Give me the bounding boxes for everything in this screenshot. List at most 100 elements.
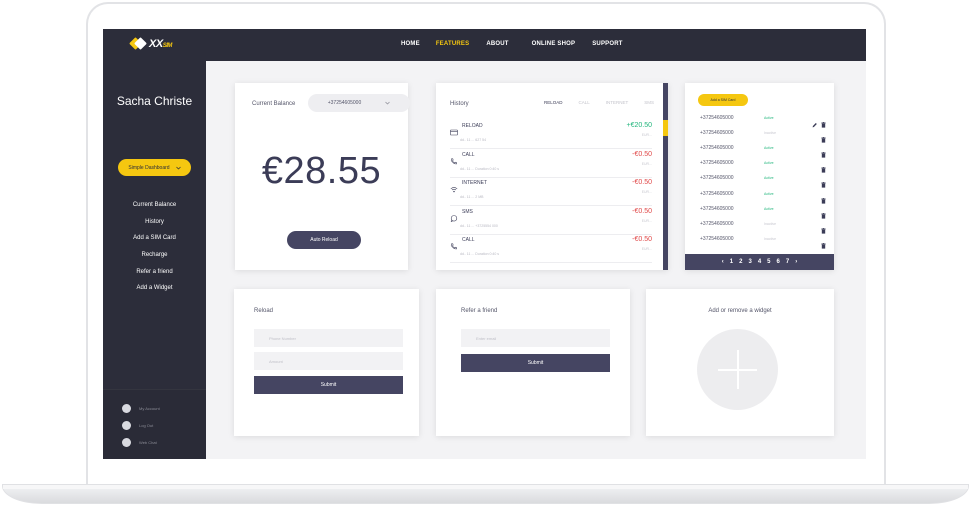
- nav-online-shop[interactable]: ONLINE SHOP: [532, 41, 576, 47]
- phone-select[interactable]: +37254605000: [308, 94, 410, 112]
- history-row-amount: -€0.50: [632, 207, 652, 215]
- sidebar: Sacha Christe Simple Dashboard Current B…: [103, 61, 206, 459]
- history-row[interactable]: CALL dd.. 11 ... Duration 0:40 s -€0.50 EUR…: [450, 150, 652, 178]
- trash-icon[interactable]: [821, 160, 826, 173]
- pager-page[interactable]: 1: [730, 259, 733, 265]
- sim-number-row[interactable]: +37254605000 Active: [700, 204, 826, 219]
- tab-internet[interactable]: INTERNET: [606, 100, 629, 105]
- brand-logo[interactable]: XXSIM: [129, 37, 172, 51]
- phone-icon: [450, 152, 458, 164]
- nav-features[interactable]: FEATURES: [436, 41, 470, 47]
- trash-icon[interactable]: [821, 206, 826, 219]
- sim-number: +37254605000: [700, 190, 734, 197]
- tab-reload[interactable]: RELOAD: [544, 100, 563, 105]
- pager-page[interactable]: 4: [758, 259, 761, 265]
- history-row-currency: EUR...: [641, 247, 652, 251]
- auto-reload-button[interactable]: Auto Reload: [287, 231, 361, 249]
- pager-page[interactable]: 3: [748, 259, 751, 265]
- pager-page[interactable]: 6: [777, 259, 780, 265]
- history-row-type: RELOAD: [462, 123, 483, 129]
- sim-number: +37254605000: [700, 145, 734, 152]
- history-row-detail: dd.. 11 ... +3725554 000: [460, 223, 498, 228]
- logo-text: XXSIM: [149, 38, 172, 50]
- trash-icon[interactable]: [821, 221, 826, 234]
- email-field[interactable]: Enter email: [461, 329, 610, 347]
- sim-number: +37254605000: [700, 205, 734, 212]
- pager-prev-icon[interactable]: ‹: [722, 259, 724, 265]
- nav-home[interactable]: HOME: [401, 41, 420, 47]
- history-row-currency: EUR...: [641, 161, 652, 166]
- pager-page[interactable]: 5: [767, 259, 770, 265]
- laptop-mockup: XXSIM HOME FEATURES ABOUT ONLINE SHOP SU…: [0, 0, 971, 506]
- trash-icon[interactable]: [821, 236, 826, 249]
- trash-icon[interactable]: [821, 115, 826, 128]
- history-row[interactable]: SMS dd.. 11 ... +3725554 000 -€0.50 EUR...: [450, 207, 652, 235]
- nav-about[interactable]: ABOUT: [486, 41, 508, 47]
- sidebar-item-recharge[interactable]: Recharge: [103, 247, 206, 264]
- add-widget-plus-icon[interactable]: [697, 329, 778, 410]
- history-row-currency: EUR...: [641, 190, 652, 194]
- history-row[interactable]: CALL dd.. 11 ... Duration 0:40 s -€0.50 EUR…: [450, 235, 652, 263]
- sim-number-row[interactable]: +37254605000 Active: [700, 173, 826, 188]
- sim-status: Active: [764, 206, 774, 211]
- refer-submit-button[interactable]: Submit: [461, 354, 610, 372]
- sidebar-item-history[interactable]: History: [103, 214, 206, 231]
- sim-number-row[interactable]: +37254605000 Inactive: [700, 128, 826, 143]
- trash-icon[interactable]: [821, 191, 826, 204]
- history-row-detail: dd.. 11 ... Duration 0:40 s: [460, 252, 500, 256]
- sim-status: Active: [764, 161, 774, 166]
- history-scrollbar[interactable]: [663, 83, 668, 270]
- sidebar-item-refer[interactable]: Refer a friend: [103, 264, 206, 281]
- sim-number: +37254605000: [700, 160, 734, 167]
- phone-number-field[interactable]: Phone Number: [254, 329, 403, 347]
- history-row-type: INTERNET: [462, 180, 487, 186]
- sidebar-item-add-sim[interactable]: Add a SIM Card: [103, 230, 206, 247]
- trash-icon[interactable]: [821, 145, 826, 158]
- sim-number-row[interactable]: +37254605000 Active: [700, 113, 826, 128]
- refer-title: Refer a friend: [461, 308, 498, 314]
- edit-icon[interactable]: [812, 115, 817, 128]
- log-out-link[interactable]: Log Out: [122, 421, 153, 430]
- sim-number-row[interactable]: +37254605000 Active: [700, 143, 826, 158]
- web-chat-link[interactable]: Web Chat: [122, 438, 157, 447]
- sidebar-item-add-widget[interactable]: Add a Widget: [103, 280, 206, 297]
- add-sim-button[interactable]: Add a SIM Card: [698, 94, 748, 106]
- row-actions: [821, 130, 826, 143]
- sim-status: Active: [764, 146, 774, 151]
- laptop-base: [2, 484, 969, 504]
- nav-support[interactable]: SUPPORT: [592, 41, 622, 47]
- row-actions: [821, 160, 826, 173]
- my-account-link[interactable]: My Account: [122, 404, 160, 413]
- pager-next-icon[interactable]: ›: [795, 259, 797, 265]
- trash-icon[interactable]: [821, 130, 826, 143]
- sidebar-item-current-balance[interactable]: Current Balance: [103, 197, 206, 214]
- history-row[interactable]: INTERNET dd.. 11 ... 2 MB -€0.50 EUR...: [450, 178, 652, 206]
- chevron-down-icon: [385, 101, 390, 105]
- history-row[interactable]: RELOAD dd.. 11 ... 627 54 +€20.50 EUR...: [450, 121, 652, 149]
- history-row-type: SMS: [462, 208, 473, 215]
- sim-number-row[interactable]: +37254605000 Inactive: [700, 219, 826, 234]
- history-row-type: CALL: [462, 237, 475, 243]
- history-row-detail: dd.. 11 ... Duration 0:40 s: [460, 166, 500, 171]
- sim-status: Active: [764, 116, 774, 120]
- sim-number: +37254605000: [700, 115, 734, 121]
- pager-page[interactable]: 7: [786, 259, 789, 265]
- row-actions: [821, 221, 826, 234]
- trash-icon[interactable]: [821, 175, 826, 188]
- reload-submit-button[interactable]: Submit: [254, 376, 403, 394]
- tab-call[interactable]: CALL: [578, 100, 589, 105]
- tab-sms[interactable]: SMS: [644, 100, 654, 105]
- phone-select-value: +37254605000: [327, 100, 362, 106]
- amount-field[interactable]: Amount: [254, 352, 403, 370]
- history-title: History: [450, 101, 469, 107]
- pager-page[interactable]: 2: [739, 259, 742, 265]
- sim-number-row[interactable]: +37254605000 Active: [700, 189, 826, 204]
- sim-number-row[interactable]: +37254605000 Active: [700, 158, 826, 173]
- widget-card: Add or remove a widget: [646, 289, 834, 436]
- sidebar-links: Current Balance History Add a SIM Card R…: [103, 197, 206, 297]
- sim-number: +37254605000: [700, 175, 734, 182]
- simple-dashboard-button[interactable]: Simple Dashboard: [118, 159, 191, 176]
- history-row-currency: EUR...: [641, 133, 652, 137]
- app-screen: XXSIM HOME FEATURES ABOUT ONLINE SHOP SU…: [103, 29, 866, 459]
- sim-number-row[interactable]: +37254605000 Inactive: [700, 234, 826, 249]
